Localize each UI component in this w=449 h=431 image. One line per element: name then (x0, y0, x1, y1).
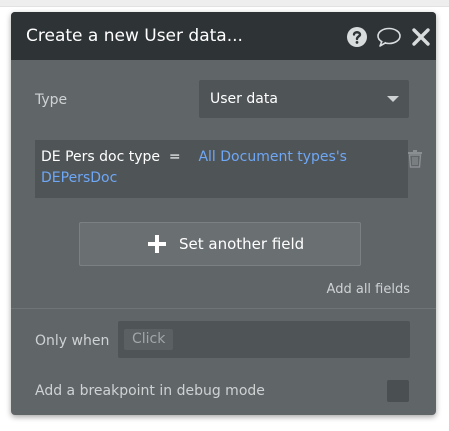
set-another-field-label: Set another field (179, 235, 305, 253)
debug-breakpoint-checkbox[interactable] (387, 380, 409, 402)
create-thing-dialog: Create a new User data... Type User data (11, 12, 436, 415)
trash-icon[interactable] (407, 150, 423, 168)
chevron-down-icon (387, 96, 399, 102)
type-label: Type (35, 92, 68, 108)
add-all-fields-link[interactable]: Add all fields (327, 281, 410, 298)
debug-breakpoint-label: Add a breakpoint in debug mode (35, 383, 265, 399)
type-select-value: User data (210, 91, 278, 107)
only-when-label: Only when (35, 333, 110, 349)
section-divider (11, 308, 436, 309)
condition-placeholder-chip[interactable]: Click (124, 329, 174, 350)
dialog-title: Create a new User data... (26, 26, 243, 46)
set-another-field-button[interactable]: Set another field (79, 222, 361, 266)
type-select[interactable]: User data (199, 80, 409, 118)
page-top-strip (0, 0, 449, 7)
plus-icon (148, 235, 166, 253)
field-key: DE Pers doc type (41, 149, 161, 165)
field-value-line1[interactable]: All Document types's (198, 149, 347, 165)
comment-icon[interactable] (376, 26, 402, 48)
dialog-header: Create a new User data... (11, 12, 436, 60)
close-icon[interactable] (410, 26, 432, 48)
field-value-line2[interactable]: DEPersDoc (41, 170, 117, 186)
field-operator: = (168, 149, 181, 165)
help-icon[interactable] (346, 26, 368, 48)
field-assignment-row[interactable]: DE Pers doc type = All Document types's … (35, 140, 408, 198)
only-when-condition-input[interactable]: Click (118, 321, 410, 358)
